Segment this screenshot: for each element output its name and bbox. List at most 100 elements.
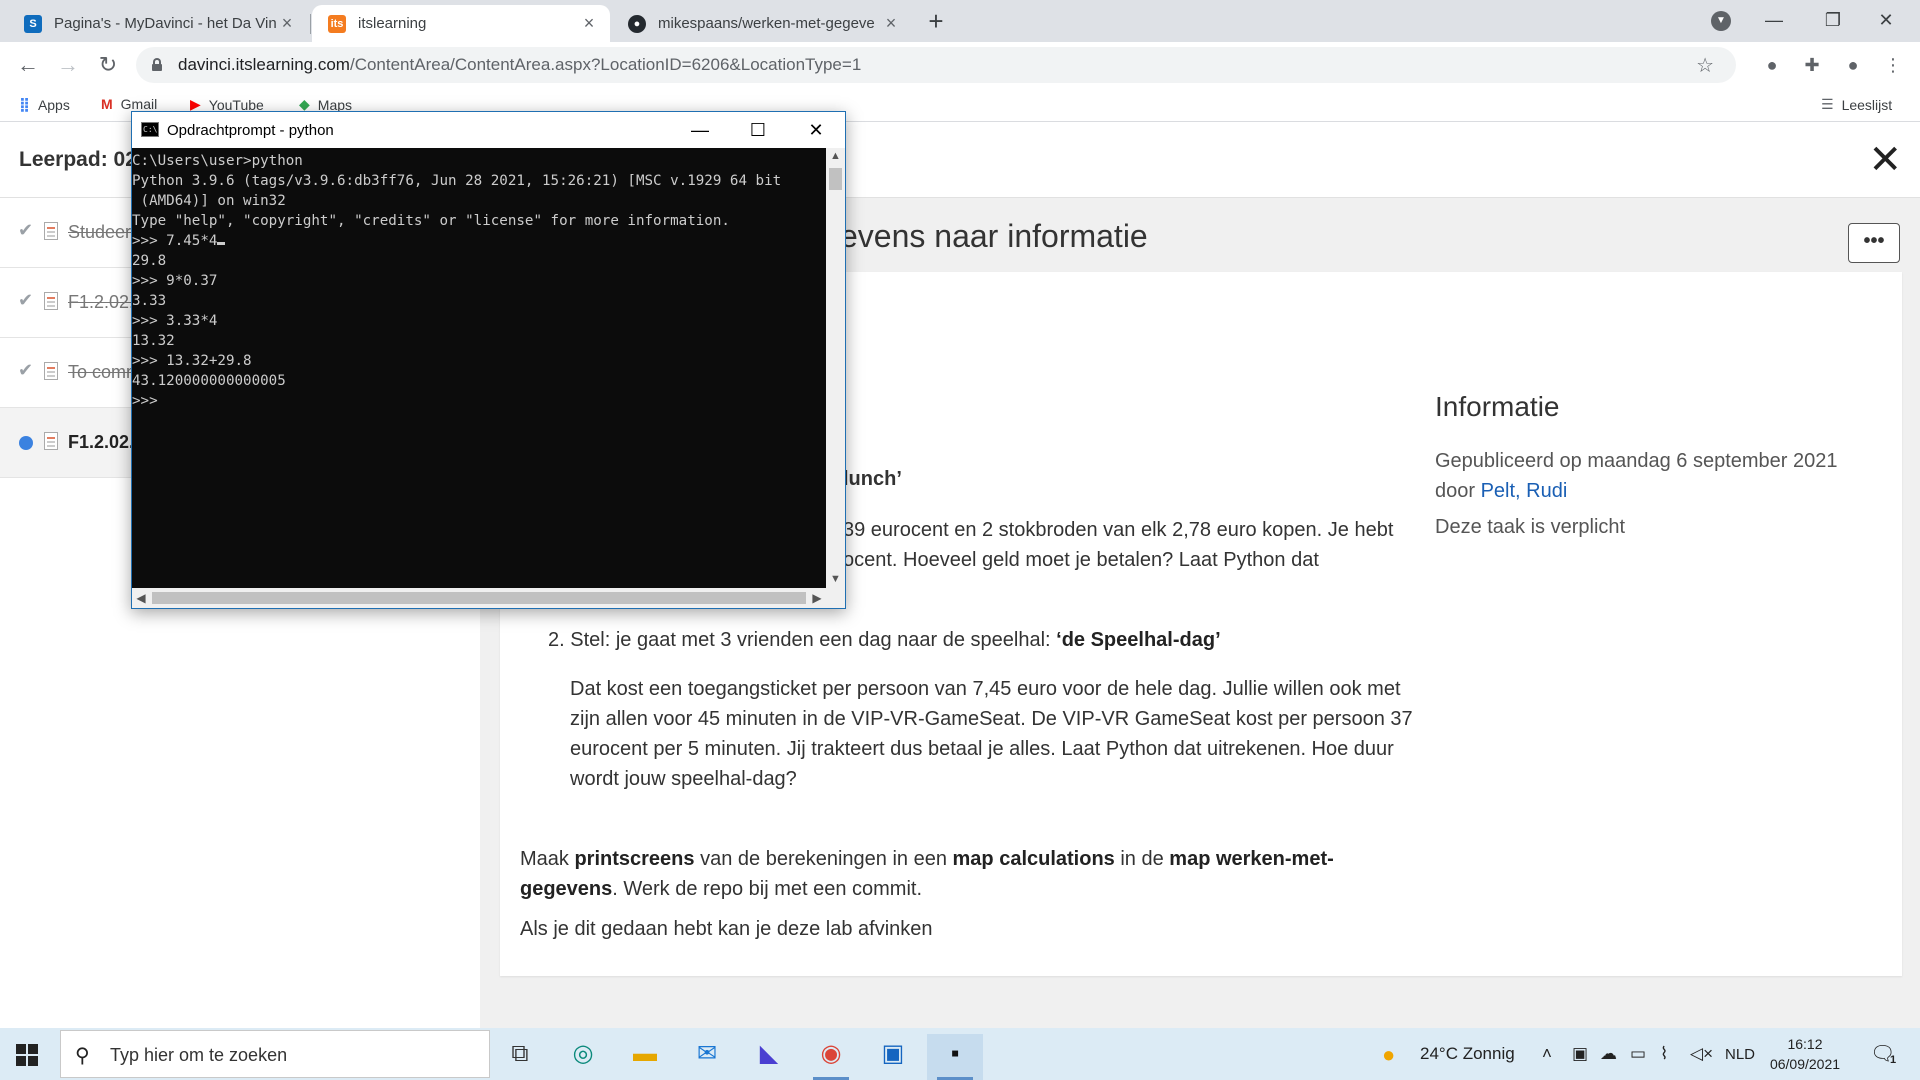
tab-title: Pagina's - MyDavinci - het Da Vin bbox=[54, 15, 277, 32]
close-tab-icon[interactable]: × bbox=[278, 13, 296, 34]
restore-window-button[interactable]: ❐ bbox=[1813, 6, 1853, 34]
github-icon: ● bbox=[628, 14, 646, 33]
info-required: Deze taak is verplicht bbox=[1435, 516, 1626, 538]
mail-icon[interactable]: ✉ bbox=[679, 1034, 735, 1080]
console-title: Opdrachtprompt - python bbox=[167, 122, 334, 139]
question-2-title: ‘de Speelhal-dag’ bbox=[1056, 629, 1221, 651]
meet-now-icon[interactable]: ▣ bbox=[1572, 1044, 1588, 1064]
profile-avatar-icon[interactable]: ● bbox=[1842, 54, 1864, 76]
sidebar-item-label: Studeer bbox=[68, 222, 132, 242]
scroll-right-icon[interactable]: ▶ bbox=[808, 588, 826, 608]
search-icon: ⚲ bbox=[75, 1045, 90, 1067]
question-1-heading: lunch’ bbox=[843, 468, 902, 490]
command-prompt-window[interactable]: C:\ Opdrachtprompt - python — ☐ ✕ C:\Use… bbox=[131, 111, 846, 609]
reading-list-label: Leeslijst bbox=[1841, 96, 1893, 113]
scrollbar-thumb[interactable] bbox=[829, 168, 842, 190]
bookmark-gmail[interactable]: M Gmail bbox=[101, 96, 157, 112]
tab-search-icon[interactable]: ▼ bbox=[1711, 11, 1731, 31]
console-maximize-button[interactable]: ☐ bbox=[729, 112, 787, 148]
back-icon[interactable]: ← bbox=[14, 51, 42, 79]
reload-icon[interactable]: ↻ bbox=[94, 51, 122, 79]
address-bar[interactable]: davinci.itslearning.com/ContentArea/Cont… bbox=[136, 47, 1736, 83]
current-item-dot-icon bbox=[19, 436, 33, 450]
learning-path-title: Leerpad: 02 bbox=[19, 148, 137, 171]
sharepoint-icon: S bbox=[24, 14, 42, 33]
command-prompt-taskbar-icon[interactable]: ▪ bbox=[927, 1034, 983, 1080]
visual-studio-icon[interactable]: ◣ bbox=[741, 1034, 797, 1080]
console-input: >>> 7.45*4 bbox=[132, 233, 218, 249]
console-vertical-scrollbar[interactable]: ▲ ▼ bbox=[826, 148, 845, 588]
weather-text[interactable]: 24°C Zonnig bbox=[1420, 1044, 1515, 1064]
onedrive-icon[interactable]: ☁ bbox=[1600, 1044, 1617, 1064]
minimize-window-button[interactable]: — bbox=[1754, 6, 1794, 34]
instr-text: . Werk de repo bij met een commit. bbox=[612, 878, 923, 900]
console-horizontal-scrollbar[interactable]: ◀ ▶ bbox=[132, 588, 826, 608]
console-line-with-cursor: >>> 7.45*4 bbox=[132, 231, 826, 251]
taskbar-search-input[interactable]: ⚲ Typ hier om te zoeken bbox=[60, 1030, 490, 1078]
bookmark-apps[interactable]: ⣿ Apps bbox=[19, 96, 70, 113]
instr-text: Maak bbox=[520, 848, 575, 870]
console-line: >>> 3.33*4 bbox=[132, 313, 218, 329]
console-close-button[interactable]: ✕ bbox=[787, 112, 845, 148]
browser-menu-icon[interactable]: ⋮ bbox=[1882, 54, 1904, 76]
console-line: Python 3.9.6 (tags/v3.9.6:db3ff76, Jun 2… bbox=[132, 173, 782, 189]
author-link[interactable]: Pelt, Rudi bbox=[1481, 480, 1568, 502]
url-text[interactable]: davinci.itslearning.com/ContentArea/Cont… bbox=[178, 55, 861, 75]
scroll-up-icon[interactable]: ▲ bbox=[826, 148, 845, 165]
windows-start-icon[interactable] bbox=[16, 1044, 38, 1066]
closing-text: Als je dit gedaan hebt kan je deze lab a… bbox=[520, 918, 933, 940]
tab-itslearning[interactable]: its itslearning × bbox=[312, 5, 610, 42]
itslearning-icon: its bbox=[328, 14, 346, 33]
battery-icon[interactable]: ▭ bbox=[1630, 1044, 1646, 1064]
console-titlebar[interactable]: C:\ Opdrachtprompt - python — ☐ ✕ bbox=[132, 112, 845, 148]
console-line: C:\Users\user>python bbox=[132, 153, 303, 169]
show-hidden-icons-icon[interactable]: ˄ bbox=[1542, 1044, 1552, 1064]
close-tab-icon[interactable]: × bbox=[882, 13, 900, 34]
checkmark-icon: ✔ bbox=[18, 220, 34, 240]
notification-count: 1 bbox=[1890, 1054, 1897, 1066]
console-line: >>> 13.32+29.8 bbox=[132, 353, 252, 369]
task-view-icon[interactable]: ⧉ bbox=[492, 1034, 548, 1080]
instruction-paragraph: Maak printscreens van de berekeningen in… bbox=[520, 844, 1420, 904]
close-window-button[interactable]: ✕ bbox=[1866, 6, 1906, 34]
resize-grip-icon[interactable] bbox=[826, 588, 845, 608]
console-minimize-button[interactable]: — bbox=[671, 112, 729, 148]
console-line: 43.120000000000005 bbox=[132, 373, 286, 389]
scrollbar-thumb[interactable] bbox=[152, 592, 806, 604]
chrome-icon[interactable]: ◉ bbox=[803, 1034, 859, 1080]
question-2-lead: Stel: je gaat met 3 vrienden een dag naa… bbox=[570, 629, 1057, 651]
console-output[interactable]: C:\Users\user>python Python 3.9.6 (tags/… bbox=[132, 148, 826, 588]
tab-github[interactable]: ● mikespaans/werken-met-gegeve × bbox=[612, 5, 912, 42]
instr-text: van de berekeningen in een bbox=[694, 848, 953, 870]
extensions-puzzle-icon[interactable]: ✚ bbox=[1801, 54, 1823, 76]
more-options-button[interactable]: ••• bbox=[1848, 223, 1900, 263]
edge-icon[interactable]: ◎ bbox=[555, 1034, 611, 1080]
info-by-label: door bbox=[1435, 480, 1481, 502]
lock-icon[interactable] bbox=[152, 58, 162, 71]
clock[interactable]: 16:12 06/09/2021 bbox=[1768, 1034, 1842, 1074]
close-tab-icon[interactable]: × bbox=[580, 13, 598, 34]
extension-icon[interactable]: ● bbox=[1761, 54, 1783, 76]
bookmark-star-icon[interactable]: ☆ bbox=[1696, 53, 1714, 78]
new-tab-button[interactable]: + bbox=[922, 8, 950, 36]
file-explorer-icon[interactable]: ▬ bbox=[617, 1034, 673, 1080]
scroll-left-icon[interactable]: ◀ bbox=[132, 588, 150, 608]
language-indicator[interactable]: NLD bbox=[1725, 1046, 1755, 1063]
instr-bold: map calculations bbox=[952, 848, 1115, 870]
weather-sun-icon[interactable]: ● bbox=[1382, 1042, 1395, 1068]
apps-grid-icon: ⣿ bbox=[19, 96, 30, 112]
sidebar-item-label: F1.2.02. bbox=[68, 432, 135, 452]
text-cursor bbox=[217, 242, 226, 245]
console-line: >>> 9*0.37 bbox=[132, 273, 218, 289]
photos-icon[interactable]: ▣ bbox=[865, 1034, 921, 1080]
scroll-down-icon[interactable]: ▼ bbox=[826, 571, 845, 588]
close-icon[interactable]: ✕ bbox=[1868, 140, 1902, 180]
network-icon[interactable]: ⌇ bbox=[1660, 1044, 1668, 1064]
search-placeholder: Typ hier om te zoeken bbox=[110, 1045, 288, 1065]
forward-icon[interactable]: → bbox=[54, 51, 82, 79]
volume-muted-icon[interactable]: ◁× bbox=[1690, 1044, 1713, 1064]
reading-list-button[interactable]: ☰ Leeslijst bbox=[1821, 96, 1892, 113]
console-line: 13.32 bbox=[132, 333, 175, 349]
tab-mydavinci[interactable]: S Pagina's - MyDavinci - het Da Vin × bbox=[8, 5, 308, 42]
document-icon bbox=[44, 222, 58, 240]
